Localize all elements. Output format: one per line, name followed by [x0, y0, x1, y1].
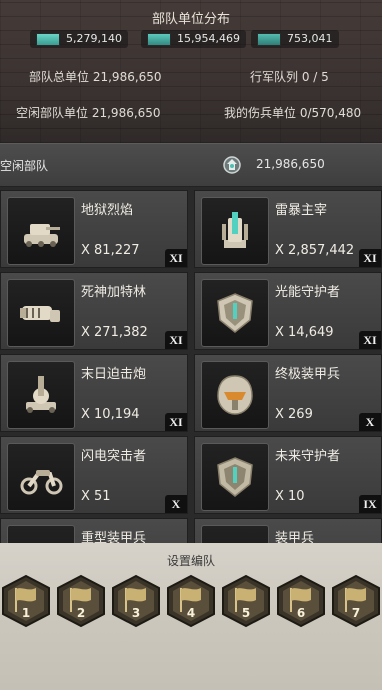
troop-type-2-pill: 15,954,469	[141, 30, 246, 48]
motorcycle-icon	[7, 443, 75, 511]
tier-badge: XI	[359, 331, 381, 349]
idle-troops-total: 21,986,650	[256, 157, 325, 171]
formation-preset-number: 7	[351, 606, 361, 620]
formation-preset-button[interactable]: 7	[330, 574, 382, 628]
formation-preset-number: 2	[76, 606, 86, 620]
unit-count: X 2,857,442	[275, 243, 355, 258]
formation-preset-button[interactable]: 6	[275, 574, 327, 628]
gatling-icon	[7, 279, 75, 347]
total-units-stat: 部队总单位 21,986,650	[29, 68, 162, 85]
troop-type-1-value: 5,279,140	[66, 32, 122, 45]
troop-type-3-value: 753,041	[287, 32, 333, 45]
tier-badge: IX	[359, 495, 381, 513]
unit-card[interactable]: XI 雷暴主宰 X 2,857,442	[194, 190, 382, 268]
tank-icon	[7, 197, 75, 265]
unit-count: X 81,227	[81, 243, 140, 258]
unit-name: 雷暴主宰	[275, 203, 328, 218]
formation-preset-number: 3	[131, 606, 141, 620]
unit-name: 闪电突击者	[81, 449, 147, 464]
formation-title: 设置编队	[166, 554, 215, 568]
idle-units-stat: 空闲部队单位 21,986,650	[16, 104, 161, 121]
formation-panel: 设置编队 1 2 3 4 5 6 7	[0, 543, 382, 690]
formation-preset-button[interactable]: 1	[0, 574, 52, 628]
unit-count: X 10,194	[81, 407, 140, 422]
unit-card[interactable]: X 终极装甲兵 X 269	[194, 354, 382, 432]
march-queue-stat: 行军队列 0 / 5	[250, 68, 329, 85]
unit-card[interactable]: XI 地狱烈焰 X 81,227	[0, 190, 188, 268]
unit-card[interactable]: 装甲兵	[194, 518, 382, 543]
idle-troops-label: 空闲部队	[0, 159, 49, 173]
armor-helmet-icon	[7, 525, 75, 543]
total-units-label: 部队总单位	[29, 70, 90, 84]
mortar-icon	[7, 361, 75, 429]
idle-troops-row: 空闲部队 21,986,650	[0, 143, 382, 187]
panel-title: 部队单位分布	[151, 12, 230, 27]
unit-count: X 10	[275, 489, 305, 504]
tier-badge: XI	[165, 249, 187, 267]
unit-count: X 51	[81, 489, 111, 504]
formation-preset-number: 4	[186, 606, 196, 620]
unit-count: X 271,382	[81, 325, 148, 340]
troop-type-1-pill: 5,279,140	[30, 30, 128, 48]
troop-type-3-pill: 753,041	[251, 30, 339, 48]
unit-card[interactable]: IX 未来守护者 X 10	[194, 436, 382, 514]
formation-preset-number: 1	[21, 606, 31, 620]
march-queue-value: 0 / 5	[301, 70, 329, 84]
wounded-units-label: 我的伤兵单位	[224, 106, 297, 120]
unit-card[interactable]: XI 末日迫击炮 X 10,194	[0, 354, 188, 432]
march-queue-label: 行军队列	[250, 70, 299, 84]
tesla-tower-icon	[201, 197, 269, 265]
tier-badge: XI	[165, 331, 187, 349]
unit-card[interactable]: XI 光能守护者 X 14,649	[194, 272, 382, 350]
armor-helmet-icon	[201, 525, 269, 543]
army-distribution-panel: 部队单位分布 5,279,140 15,954,469 753,041 部队总单…	[0, 0, 382, 143]
tier-badge: XI	[359, 249, 381, 267]
formation-preset-number: 6	[296, 606, 306, 620]
formation-preset-number: 5	[241, 606, 251, 620]
troop-type-2-value: 15,954,469	[177, 32, 240, 45]
tier-badge: X	[165, 495, 187, 513]
unit-name: 重型装甲兵	[81, 531, 147, 543]
unit-card[interactable]: 重型装甲兵	[0, 518, 188, 543]
troop-emblem-icon	[223, 156, 241, 174]
idle-units-value: 21,986,650	[91, 106, 161, 120]
tier-badge: XI	[165, 413, 187, 431]
unit-count: X 269	[275, 407, 313, 422]
tier-badge: X	[359, 413, 381, 431]
shield-guardian-icon	[201, 443, 269, 511]
armor-helmet-icon	[201, 361, 269, 429]
unit-name: 终极装甲兵	[275, 367, 341, 382]
troop-type-2-bar	[147, 32, 171, 46]
wounded-units-value: 0/570,480	[299, 106, 362, 120]
formation-preset-button[interactable]: 5	[220, 574, 272, 628]
unit-count: X 14,649	[275, 325, 334, 340]
total-units-value: 21,986,650	[92, 70, 162, 84]
formation-preset-button[interactable]: 3	[110, 574, 162, 628]
unit-name: 死神加特林	[81, 285, 147, 300]
shield-guardian-icon	[201, 279, 269, 347]
formation-preset-button[interactable]: 2	[55, 574, 107, 628]
unit-name: 未来守护者	[275, 449, 341, 464]
wounded-units-stat: 我的伤兵单位 0/570,480	[224, 104, 361, 121]
troop-type-3-bar	[257, 32, 281, 46]
idle-units-label: 空闲部队单位	[16, 106, 89, 120]
unit-card[interactable]: XI 死神加特林 X 271,382	[0, 272, 188, 350]
troop-type-1-bar	[36, 32, 60, 46]
unit-name: 末日迫击炮	[81, 367, 147, 382]
formation-preset-button[interactable]: 4	[165, 574, 217, 628]
unit-name: 装甲兵	[275, 531, 315, 543]
unit-name: 光能守护者	[275, 285, 341, 300]
unit-name: 地狱烈焰	[81, 203, 134, 218]
unit-list[interactable]: XI 地狱烈焰 X 81,227 XI 雷暴主宰 X 2,857,442 XI	[0, 187, 382, 543]
unit-card[interactable]: X 闪电突击者 X 51	[0, 436, 188, 514]
